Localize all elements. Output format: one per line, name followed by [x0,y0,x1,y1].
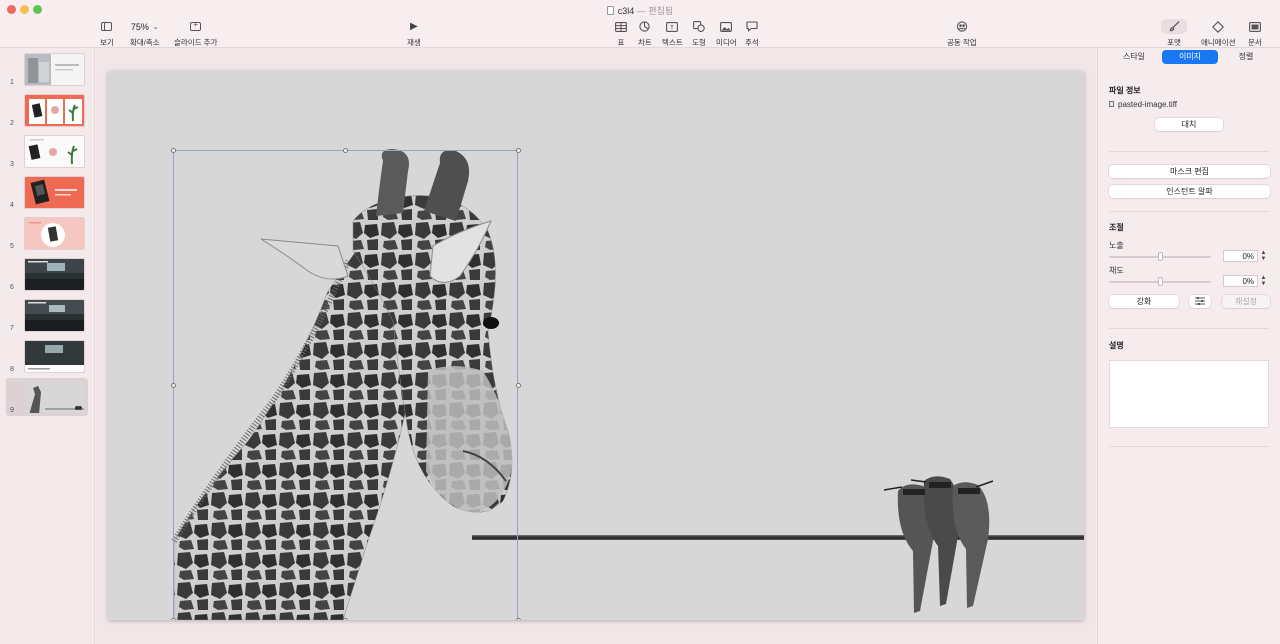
exposure-stepper[interactable]: ▲ ▼ [1260,250,1267,262]
add-slide-button[interactable]: 슬라이드 추가 [174,19,217,48]
levels-button[interactable] [1189,295,1211,308]
slide-thumbnail-8[interactable]: 8 [6,337,88,375]
diamond-icon [1212,20,1225,33]
slide-thumbnail-6[interactable]: 6 [6,255,88,293]
window-title: c3l4 — 편집됨 [0,4,1280,17]
birds [883,476,994,613]
svg-text:T: T [670,24,674,31]
table-icon [615,21,627,32]
resize-handle[interactable] [343,148,348,153]
resize-handle[interactable] [171,383,176,388]
document-button[interactable]: 문서 [1248,19,1262,48]
paintbrush-icon [1169,21,1179,32]
animate-button[interactable]: 애니메이션 [1201,19,1236,48]
file-info-title: 파일 정보 [1109,86,1141,95]
slide-thumbnail-3[interactable]: 3 [6,132,88,170]
saturation-field[interactable]: 0% [1223,275,1258,287]
instant-alpha-button[interactable]: 인스턴트 알파 [1109,185,1270,198]
table-button[interactable]: 표 [615,19,627,48]
slide-preview [24,299,85,332]
zoom-dropdown[interactable]: 75% ⌄ 확대/축소 [130,19,160,48]
divider [1109,328,1269,329]
view-button[interactable]: 보기 [100,19,114,48]
chevron-down-icon: ⌄ [152,23,159,31]
divider [1109,211,1269,212]
format-inspector: 스타일 이미지 정렬 파일 정보 pasted-image.tiff 대치 마스… [1097,48,1280,644]
saturation-slider[interactable] [1109,277,1211,286]
exposure-label: 노출 [1109,241,1124,250]
chart-button[interactable]: 차트 [638,19,652,48]
shape-button[interactable]: 도형 [692,19,706,48]
file-name-row: pasted-image.tiff [1109,100,1177,109]
slide-thumbnail-4[interactable]: 4 [6,173,88,211]
slide-thumbnail-1[interactable]: 1 [6,50,88,88]
keynote-window: c3l4 — 편집됨 보기 75%⌄ 확대/축소 슬라이드 추가 ▶ 재생 표 [0,0,1280,644]
divider [1109,446,1269,447]
exposure-slider[interactable] [1109,252,1211,261]
resize-handle[interactable] [516,148,521,153]
slider-knob[interactable] [1158,277,1163,286]
reset-button[interactable]: 재설정 [1222,295,1270,308]
play-icon: ▶ [410,21,418,32]
saturation-stepper[interactable]: ▲ ▼ [1260,275,1267,287]
slider-knob[interactable] [1158,252,1163,261]
image-icon [720,21,733,32]
document-file-icon [606,6,614,15]
tab-arrange[interactable]: 정렬 [1218,50,1274,64]
plus-box-icon [190,20,202,31]
saturation-label: 채도 [1109,266,1124,275]
collaborate-icon [956,21,967,32]
image-selection-box[interactable] [173,150,518,620]
shape-icon [692,21,705,32]
slide-preview [24,381,85,414]
format-button[interactable]: 포맷 [1161,19,1187,48]
enhance-button[interactable]: 강화 [1109,295,1179,308]
description-title: 설명 [1109,341,1124,350]
media-button[interactable]: 미디어 [716,19,737,48]
slide-thumbnail-5[interactable]: 5 [6,214,88,252]
exposure-field[interactable]: 0% [1223,250,1258,262]
current-slide[interactable] [108,71,1084,620]
slide-preview [24,176,85,209]
slide-preview [24,53,85,86]
slide-preview [24,340,85,373]
chart-icon [639,21,651,32]
adjust-title: 조절 [1109,223,1124,232]
toolbar: c3l4 — 편집됨 보기 75%⌄ 확대/축소 슬라이드 추가 ▶ 재생 표 [0,0,1280,48]
comment-icon [746,21,758,32]
slide-preview [24,135,85,168]
text-button[interactable]: T 텍스트 [662,19,683,48]
sliders-icon [1195,297,1205,305]
divider [1109,151,1269,152]
resize-handle[interactable] [516,383,521,388]
play-button[interactable]: ▶ 재생 [407,19,421,48]
tab-style[interactable]: 스타일 [1106,50,1162,64]
slide-thumbnail-2[interactable]: 2 [6,91,88,129]
resize-handle[interactable] [343,618,348,620]
file-icon [1109,101,1114,107]
collaborate-button[interactable]: 공동 작업 [947,19,977,48]
document-icon [1248,21,1261,32]
slide-preview [24,94,85,127]
resize-handle[interactable] [171,618,176,620]
description-textarea[interactable] [1109,360,1269,428]
slide-thumbnail-9[interactable]: 9 [6,378,88,416]
comment-button[interactable]: 주석 [745,19,759,48]
text-box-icon: T [666,21,679,32]
slide-thumbnail-7[interactable]: 7 [6,296,88,334]
replace-button[interactable]: 대치 [1155,118,1223,131]
slide-canvas [96,48,1096,644]
resize-handle[interactable] [171,148,176,153]
slide-navigator: 1 2 3 4 5 6 7 8 9 [0,48,95,644]
tab-image[interactable]: 이미지 [1162,50,1218,64]
slide-preview [24,258,85,291]
sidebar-icon [101,22,113,31]
inspector-tabs: 스타일 이미지 정렬 [1106,50,1274,64]
resize-handle[interactable] [516,618,521,620]
edit-mask-button[interactable]: 마스크 편집 [1109,165,1270,178]
slide-preview [24,217,85,250]
